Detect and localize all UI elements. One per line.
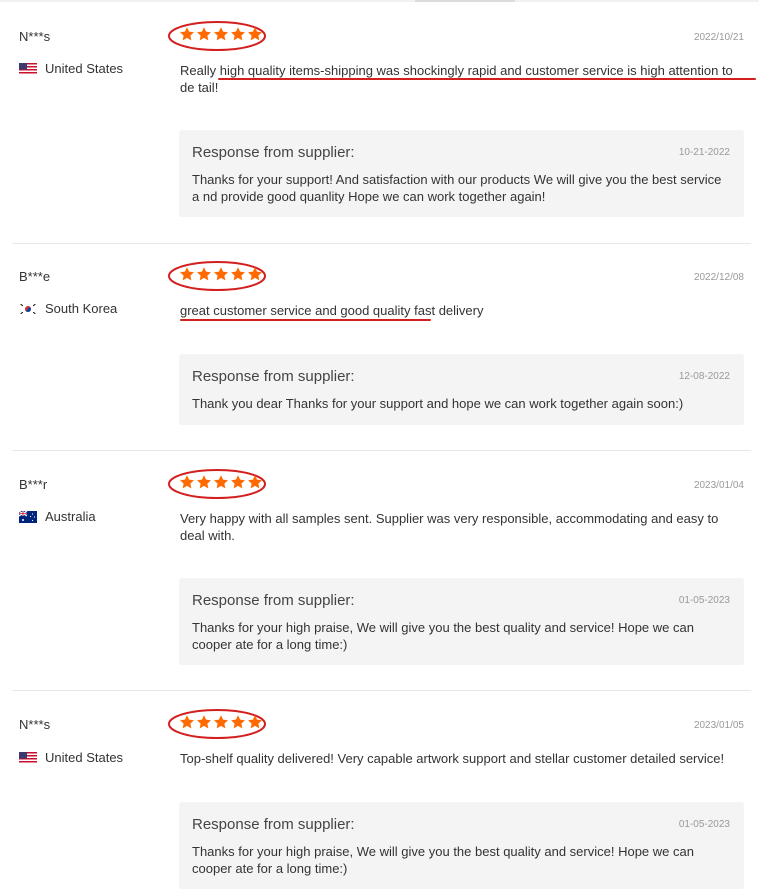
star-icon — [248, 715, 262, 729]
star-icon — [180, 475, 194, 489]
star-icon — [180, 267, 194, 281]
star-icon — [214, 267, 228, 281]
star-icon — [197, 715, 211, 729]
annotation-underline — [218, 78, 756, 80]
kr-flag-icon — [19, 302, 37, 315]
reviewer-name: N***s — [19, 717, 51, 732]
star-rating — [166, 259, 268, 293]
supplier-response: Response from supplier: 01-05-2023 Thank… — [179, 578, 744, 665]
supplier-response: Response from supplier: 10-21-2022 Thank… — [179, 130, 744, 217]
review-comment: Very happy with all samples sent. Suppli… — [180, 511, 719, 543]
country-label: Australia — [45, 509, 96, 524]
response-text: Thanks for your high praise, We will giv… — [192, 620, 694, 652]
reviewer-name: B***e — [19, 269, 51, 284]
response-date: 12-08-2022 — [678, 371, 730, 382]
star-rating — [166, 19, 268, 53]
star-icon — [231, 27, 245, 41]
country-label: United States — [45, 750, 124, 765]
response-title: Response from supplier: — [192, 816, 355, 833]
star-rating — [166, 467, 268, 501]
reviewer-name: N***s — [19, 29, 51, 44]
response-title: Response from supplier: — [192, 368, 355, 385]
response-text: Thank you dear Thanks for your support a… — [192, 396, 684, 411]
response-text: Thanks for your high praise, We will giv… — [192, 844, 694, 876]
response-date: 01-05-2023 — [678, 819, 730, 830]
star-icon — [197, 475, 211, 489]
star-icon — [197, 27, 211, 41]
star-icon — [231, 475, 245, 489]
review-date: 2023/01/05 — [693, 720, 744, 731]
reviewer-country: South Korea — [19, 301, 117, 316]
review-card: B***e South Korea 2022/12/08 great custo… — [0, 244, 759, 451]
reviewer-name: B***r — [19, 477, 48, 492]
country-label: United States — [45, 61, 124, 76]
review-date: 2022/10/21 — [693, 32, 744, 43]
star-icon — [231, 715, 245, 729]
star-rating — [166, 707, 268, 741]
star-icon — [180, 27, 194, 41]
star-icon — [248, 267, 262, 281]
review-comment: great customer service and good quality … — [180, 303, 484, 318]
reviewer-country: United States — [19, 750, 123, 765]
au-flag-icon — [19, 510, 37, 523]
star-icon — [214, 475, 228, 489]
us-flag-icon — [19, 62, 37, 75]
us-flag-icon — [19, 751, 37, 764]
response-date: 01-05-2023 — [678, 595, 730, 606]
review-comment: Top-shelf quality delivered! Very capabl… — [180, 751, 725, 766]
response-title: Response from supplier: — [192, 592, 355, 609]
star-icon — [248, 27, 262, 41]
star-icon — [197, 267, 211, 281]
review-card: B***r Australia 2023/01/04 Very happy wi… — [0, 451, 759, 691]
review-card: N***s United States 2023/01/05 Top-shelf… — [0, 691, 759, 891]
country-label: South Korea — [45, 301, 118, 316]
star-icon — [180, 715, 194, 729]
response-title: Response from supplier: — [192, 144, 355, 161]
reviewer-country: Australia — [19, 509, 96, 524]
star-icon — [248, 475, 262, 489]
supplier-response: Response from supplier: 12-08-2022 Thank… — [179, 354, 744, 425]
review-date: 2022/12/08 — [693, 272, 744, 283]
response-text: Thanks for your support! And satisfactio… — [192, 172, 722, 204]
star-icon — [214, 27, 228, 41]
star-icon — [214, 715, 228, 729]
response-date: 10-21-2022 — [678, 147, 730, 158]
review-card: N***s United States 2022/10/21 Really hi… — [0, 0, 759, 244]
review-date: 2023/01/04 — [693, 480, 744, 491]
star-icon — [231, 267, 245, 281]
annotation-underline — [180, 319, 431, 321]
supplier-response: Response from supplier: 01-05-2023 Thank… — [179, 802, 744, 889]
reviewer-country: United States — [19, 61, 123, 76]
